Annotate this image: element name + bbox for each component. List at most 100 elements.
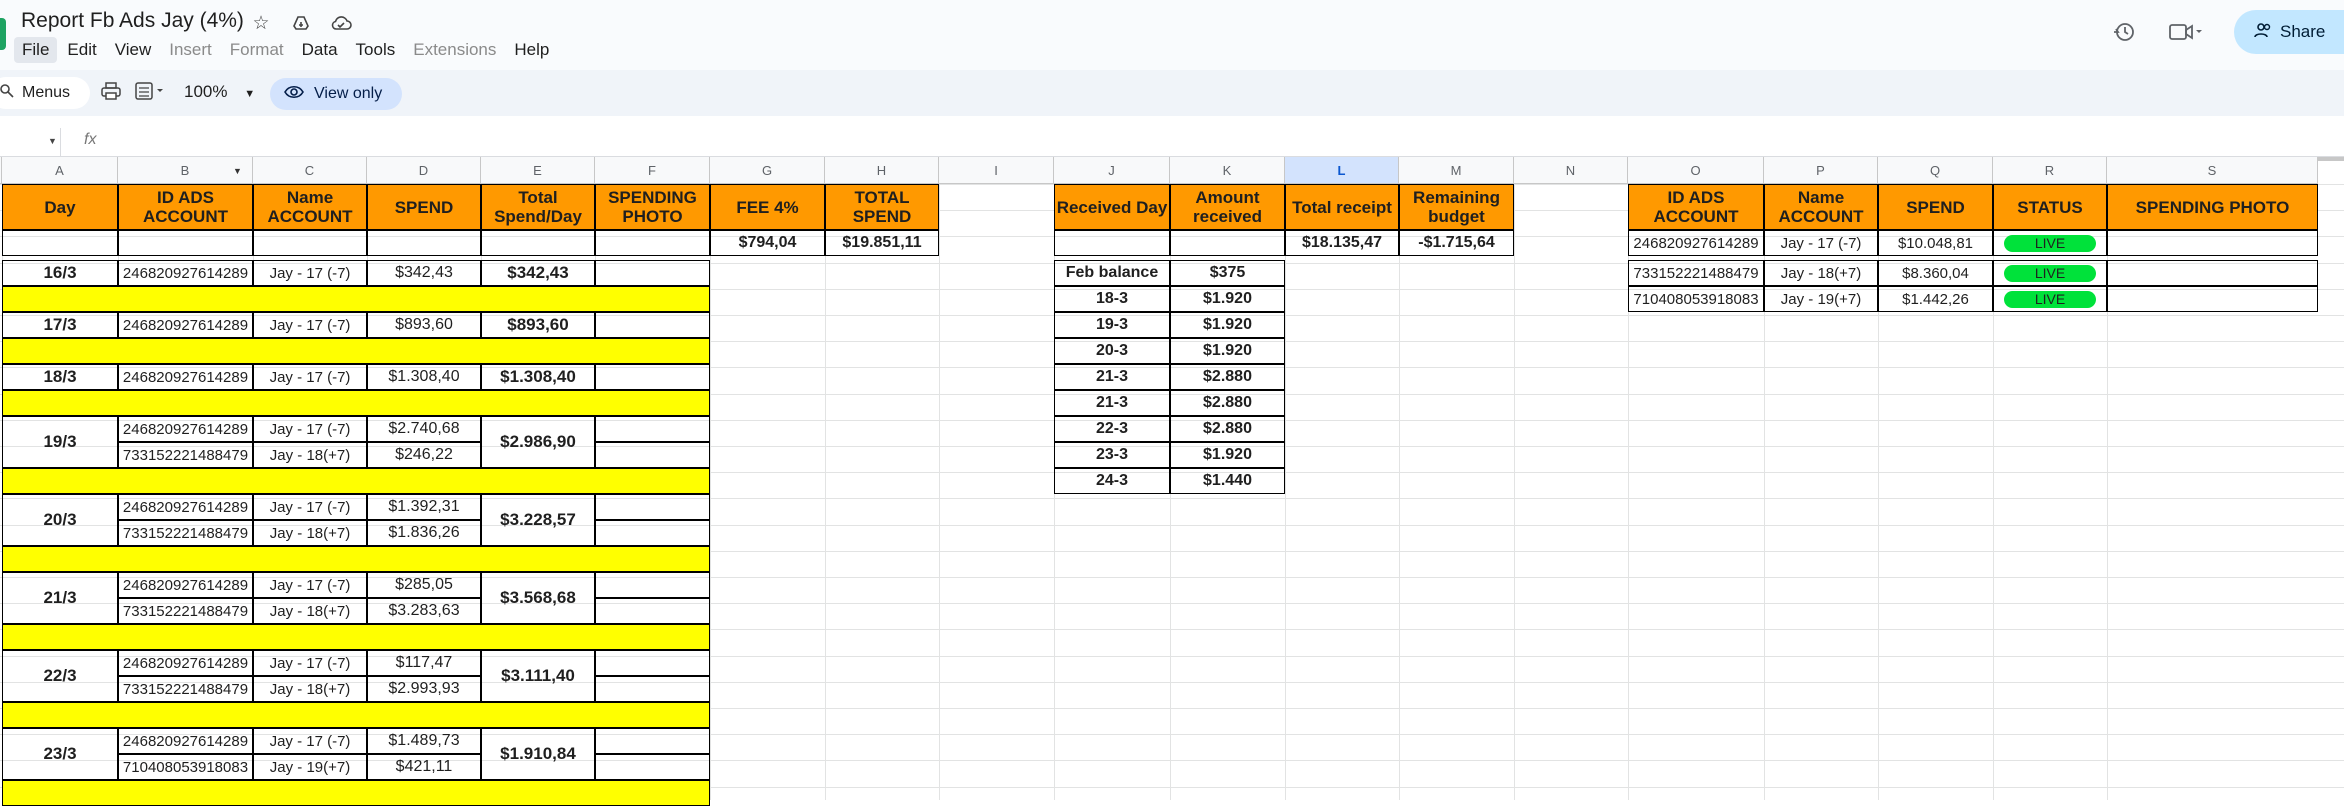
sheets-logo-icon[interactable]: [0, 18, 6, 50]
name-box[interactable]: ▼: [0, 128, 61, 156]
menu-item-data[interactable]: Data: [294, 37, 346, 63]
spend-cell: $342,43: [367, 260, 481, 286]
menu-bar: File Edit View Insert Format Data Tools Extensi…: [14, 37, 557, 63]
total-b: [118, 230, 253, 256]
column-header-a[interactable]: A: [2, 157, 118, 184]
menu-item-file[interactable]: File: [14, 37, 58, 63]
move-to-drive-icon[interactable]: [288, 10, 314, 36]
spending-photo-cell[interactable]: [595, 416, 710, 442]
account-name-cell: Jay - 17 (-7): [253, 572, 367, 598]
account-id-cell: 246820927614289: [118, 572, 253, 598]
received-day-cell: 23-3: [1054, 442, 1170, 468]
column-header-p[interactable]: P: [1764, 157, 1878, 184]
account-id-cell: 733152221488479: [118, 520, 253, 546]
zoom-select[interactable]: 100% ▼: [184, 82, 255, 102]
menu-item-tools[interactable]: Tools: [348, 37, 404, 63]
day-total-cell: $893,60: [481, 312, 595, 338]
column-header-f[interactable]: F: [595, 157, 710, 184]
menu-item-extensions[interactable]: Extensions: [405, 37, 504, 63]
column-header-e[interactable]: E: [481, 157, 595, 184]
menu-item-edit[interactable]: Edit: [59, 37, 104, 63]
summary-spending-photo[interactable]: [2107, 286, 2318, 312]
menu-item-format[interactable]: Format: [222, 37, 292, 63]
total-h: $19.851,11: [825, 230, 939, 256]
spending-photo-cell[interactable]: [595, 494, 710, 520]
column-header-s[interactable]: S: [2107, 157, 2318, 184]
column-header-d[interactable]: D: [367, 157, 481, 184]
spend-cell: $2.993,93: [367, 676, 481, 702]
spending-photo-cell[interactable]: [595, 364, 710, 390]
day-total-cell: $342,43: [481, 260, 595, 286]
column-header-j[interactable]: J: [1054, 157, 1170, 184]
menu-item-insert[interactable]: Insert: [161, 37, 220, 63]
spending-photo-cell[interactable]: [595, 572, 710, 598]
column-header-g[interactable]: G: [710, 157, 825, 184]
received-day-cell: 18-3: [1054, 286, 1170, 312]
spend-cell: $246,22: [367, 442, 481, 468]
column-header-r[interactable]: R: [1993, 157, 2107, 184]
spending-photo-cell[interactable]: [595, 650, 710, 676]
amount-received-cell: $2.880: [1170, 364, 1285, 390]
account-id-cell: 246820927614289: [118, 364, 253, 390]
spending-photo-cell[interactable]: [595, 728, 710, 754]
total-j: [1054, 230, 1170, 256]
view-only-button[interactable]: View only: [270, 78, 403, 110]
column-header-i[interactable]: I: [939, 157, 1054, 184]
summary-spending-photo[interactable]: [2107, 230, 2318, 256]
formula-input[interactable]: [110, 128, 2310, 156]
spending-photo-cell[interactable]: [595, 598, 710, 624]
column-header-h[interactable]: H: [825, 157, 939, 184]
account-name-cell: Jay - 17 (-7): [253, 650, 367, 676]
summary-status: LIVE: [1993, 260, 2107, 286]
title-bar: Report Fb Ads Jay (4%) ☆ File Edit View Ins…: [0, 0, 2344, 70]
cloud-status-icon[interactable]: [328, 10, 354, 36]
calculator-icon[interactable]: [135, 82, 165, 105]
column-header-l[interactable]: L: [1285, 157, 1399, 184]
total-c: [253, 230, 367, 256]
filter-arrow-icon[interactable]: ▼: [233, 166, 243, 176]
status-badge: LIVE: [2004, 290, 2096, 308]
account-name-cell: Jay - 18(+7): [253, 676, 367, 702]
summary-spending-photo[interactable]: [2107, 260, 2318, 286]
header-l: Total receipt: [1285, 184, 1399, 230]
header-f: SPENDING PHOTO: [595, 184, 710, 230]
column-header-q[interactable]: Q: [1878, 157, 1993, 184]
search-icon: [0, 83, 14, 103]
search-menus-button[interactable]: Menus: [0, 77, 90, 109]
meet-video-icon[interactable]: [2168, 21, 2202, 43]
spreadsheet-grid[interactable]: A B C D E F G H I J K L M N O P Q R S ▼ Day ID ADS ACCOUNT Nam…: [0, 157, 2344, 806]
column-header-o[interactable]: O: [1628, 157, 1764, 184]
spend-cell: $285,05: [367, 572, 481, 598]
day-cell: 17/3: [2, 312, 118, 338]
menu-item-help[interactable]: Help: [506, 37, 557, 63]
star-icon[interactable]: ☆: [248, 10, 274, 36]
column-header-k[interactable]: K: [1170, 157, 1285, 184]
spend-cell: $1.308,40: [367, 364, 481, 390]
spending-photo-cell[interactable]: [595, 676, 710, 702]
spending-photo-cell[interactable]: [595, 754, 710, 780]
column-header-n[interactable]: N: [1514, 157, 1628, 184]
account-id-cell: 733152221488479: [118, 598, 253, 624]
spending-photo-cell[interactable]: [595, 520, 710, 546]
day-cell: 18/3: [2, 364, 118, 390]
document-title[interactable]: Report Fb Ads Jay (4%): [21, 9, 244, 33]
column-header-c[interactable]: C: [253, 157, 367, 184]
spending-photo-cell[interactable]: [595, 312, 710, 338]
spending-photo-cell[interactable]: [595, 260, 710, 286]
menu-item-view[interactable]: View: [107, 37, 160, 63]
version-history-icon[interactable]: [2112, 20, 2136, 44]
account-name-cell: Jay - 17 (-7): [253, 260, 367, 286]
spend-cell: $1.392,31: [367, 494, 481, 520]
total-a: [2, 230, 118, 256]
separator-row: [2, 338, 710, 364]
account-name-cell: Jay - 17 (-7): [253, 312, 367, 338]
day-cell: 16/3: [2, 260, 118, 286]
print-icon[interactable]: [101, 82, 121, 105]
spending-photo-cell[interactable]: [595, 442, 710, 468]
toolbar: Menus 100% ▼ View only: [0, 70, 2344, 116]
amount-received-cell: $1.920: [1170, 286, 1285, 312]
column-header-m[interactable]: M: [1399, 157, 1514, 184]
share-button[interactable]: Share: [2234, 10, 2344, 54]
received-day-cell: 22-3: [1054, 416, 1170, 442]
share-label: Share: [2280, 22, 2326, 41]
